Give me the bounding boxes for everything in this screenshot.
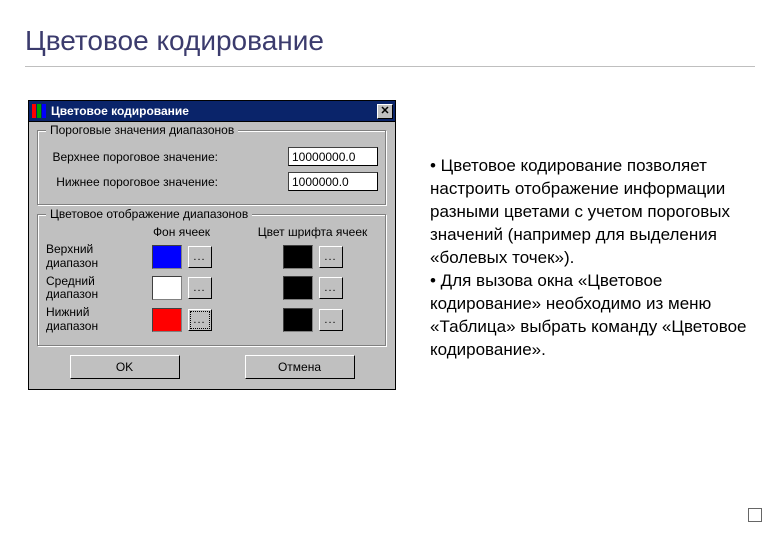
thresholds-legend: Пороговые значения диапазонов [46,123,238,137]
explanation-block: • Цветовое кодирование позволяет настрои… [430,155,750,361]
font-picker-middle[interactable]: ... [319,277,343,299]
font-swatch-upper [283,245,313,269]
bg-swatch-middle [152,276,182,300]
explanation-p1: • Цветовое кодирование позволяет настрои… [430,155,750,270]
font-picker-lower[interactable]: ... [319,309,343,331]
thresholds-groupbox: Пороговые значения диапазонов Верхнее по… [37,130,387,206]
lower-threshold-label: Нижнее пороговое значение: [46,175,226,189]
upper-threshold-label: Верхнее пороговое значение: [46,150,226,164]
bg-color-header: Фон ячеек [116,225,247,239]
close-icon: ✕ [380,106,389,117]
font-swatch-lower [283,308,313,332]
app-icon [31,103,47,119]
font-picker-upper[interactable]: ... [319,246,343,268]
dialog-title: Цветовое кодирование [51,104,377,118]
bg-picker-upper[interactable]: ... [188,246,212,268]
range-row-middle: Средний диапазон ... ... [46,275,378,303]
slide-title: Цветовое кодирование [25,25,324,57]
slide-accent-icon [748,508,762,522]
range-label-upper: Верхний диапазон [46,243,116,271]
dialog-body: Пороговые значения диапазонов Верхнее по… [28,122,396,390]
range-row-lower: Нижний диапазон ... ... [46,306,378,334]
font-color-header: Цвет шрифта ячеек [247,225,378,239]
upper-threshold-input[interactable] [288,147,378,166]
bg-picker-lower[interactable]: ... [188,309,212,331]
cancel-button[interactable]: Отмена [245,355,355,379]
close-button[interactable]: ✕ [377,104,393,119]
dialog-titlebar: Цветовое кодирование ✕ [28,100,396,122]
range-label-middle: Средний диапазон [46,275,116,303]
color-coding-dialog: Цветовое кодирование ✕ Пороговые значени… [28,100,396,390]
color-mapping-legend: Цветовое отображение диапазонов [46,207,252,221]
ok-button[interactable]: OK [70,355,180,379]
bg-swatch-lower [152,308,182,332]
bg-picker-middle[interactable]: ... [188,277,212,299]
bg-swatch-upper [152,245,182,269]
explanation-p2: • Для вызова окна «Цветовое кодирование»… [430,270,750,362]
lower-threshold-input[interactable] [288,172,378,191]
color-mapping-groupbox: Цветовое отображение диапазонов Фон ячее… [37,214,387,347]
range-row-upper: Верхний диапазон ... ... [46,243,378,271]
font-swatch-middle [283,276,313,300]
range-label-lower: Нижний диапазон [46,306,116,334]
